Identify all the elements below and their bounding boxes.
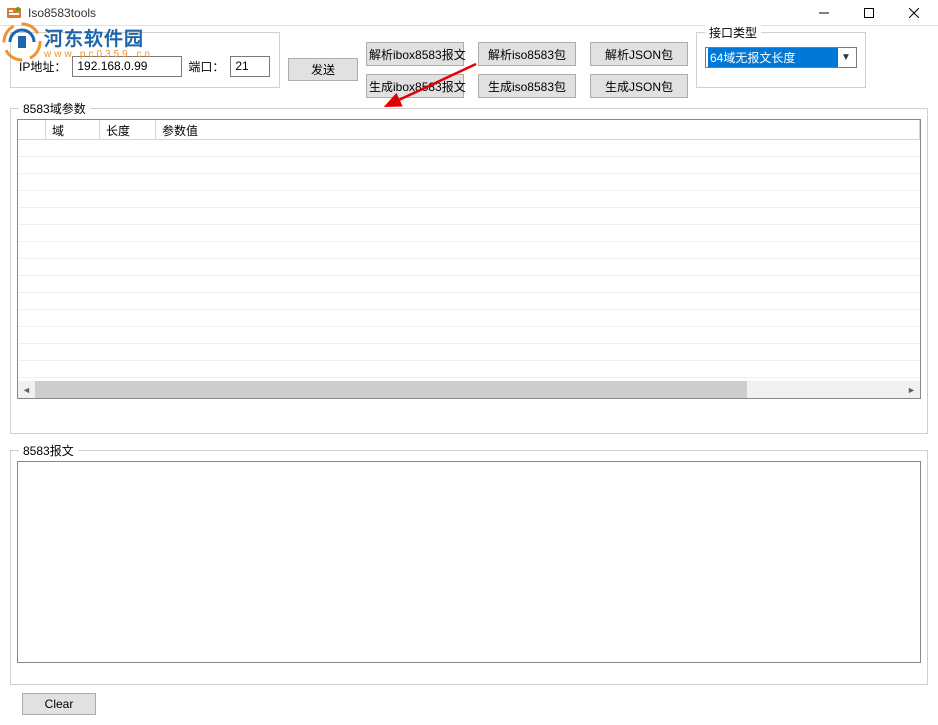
- app-icon: [6, 5, 22, 21]
- chevron-down-icon: ▼: [838, 52, 854, 63]
- table-row: [18, 191, 920, 208]
- horizontal-scrollbar[interactable]: ◄ ►: [18, 381, 920, 398]
- gen-ibox-button[interactable]: 生成ibox8583报文: [366, 74, 464, 98]
- ip-label: IP地址：: [19, 58, 66, 75]
- table-row: [18, 276, 920, 293]
- table-row: [18, 259, 920, 276]
- params-group: 8583域参数 域 长度 参数值: [10, 108, 928, 434]
- parse-ibox-button[interactable]: 解析ibox8583报文: [366, 42, 464, 66]
- window-controls: [801, 0, 936, 26]
- action-buttons: 解析ibox8583报文 解析iso8583包 解析JSON包 生成ibox85…: [366, 42, 688, 98]
- maximize-button[interactable]: [846, 0, 891, 26]
- message-legend: 8583报文: [19, 442, 78, 459]
- message-group: 8583报文: [10, 450, 928, 685]
- table-row: [18, 310, 920, 327]
- parse-json-button[interactable]: 解析JSON包: [590, 42, 688, 66]
- table-row: [18, 157, 920, 174]
- table-row: [18, 174, 920, 191]
- table-row: [18, 361, 920, 378]
- table-row: [18, 208, 920, 225]
- table-row: [18, 293, 920, 310]
- window-title: Iso8583tools: [28, 6, 801, 20]
- col-check[interactable]: [18, 120, 46, 139]
- col-value[interactable]: 参数值: [156, 120, 920, 139]
- interface-selected: 64域无报文长度: [708, 48, 838, 67]
- col-length[interactable]: 长度: [100, 120, 156, 139]
- scroll-track[interactable]: [35, 381, 903, 398]
- table-body[interactable]: [18, 140, 920, 380]
- gen-json-button[interactable]: 生成JSON包: [590, 74, 688, 98]
- ip-input[interactable]: [72, 56, 182, 77]
- interface-legend: 接口类型: [705, 24, 761, 41]
- table-row: [18, 140, 920, 157]
- title-bar: Iso8583tools: [0, 0, 938, 26]
- scroll-right-icon[interactable]: ►: [903, 381, 920, 398]
- table-row: [18, 327, 920, 344]
- table-row: [18, 344, 920, 361]
- scroll-left-icon[interactable]: ◄: [18, 381, 35, 398]
- table-header: 域 长度 参数值: [18, 120, 920, 140]
- send-button[interactable]: 发送: [288, 58, 358, 81]
- params-table: 域 长度 参数值 ◄: [17, 119, 921, 399]
- ip-panel: IP地址： 端口：: [10, 32, 280, 88]
- close-button[interactable]: [891, 0, 936, 26]
- port-label: 端口：: [188, 58, 224, 75]
- message-textarea[interactable]: [17, 461, 921, 663]
- interface-type-group: 接口类型 64域无报文长度 ▼: [696, 32, 866, 88]
- table-row: [18, 242, 920, 259]
- clear-button[interactable]: Clear: [22, 693, 96, 715]
- gen-iso-button[interactable]: 生成iso8583包: [478, 74, 576, 98]
- table-row: [18, 225, 920, 242]
- scroll-thumb[interactable]: [35, 381, 747, 398]
- interface-type-select[interactable]: 64域无报文长度 ▼: [705, 47, 857, 68]
- params-legend: 8583域参数: [19, 100, 90, 117]
- minimize-button[interactable]: [801, 0, 846, 26]
- parse-iso-button[interactable]: 解析iso8583包: [478, 42, 576, 66]
- col-field[interactable]: 域: [46, 120, 100, 139]
- port-input[interactable]: [230, 56, 270, 77]
